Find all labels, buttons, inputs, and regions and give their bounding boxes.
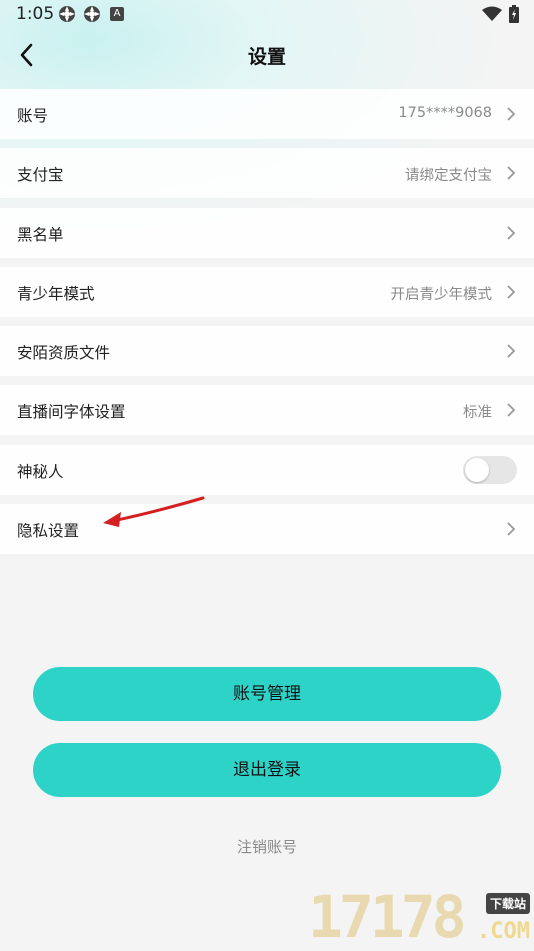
row-label: 神秘人 — [17, 462, 64, 481]
row-value: 开启青少年模式 — [390, 286, 493, 303]
settings-row-mystery-person: 神秘人 — [0, 444, 534, 495]
chevron-right-icon — [507, 166, 516, 180]
nav-bar: 设置 — [0, 30, 534, 80]
mystery-person-toggle[interactable] — [463, 455, 517, 484]
app-notification-icon — [84, 6, 100, 22]
row-label: 隐私设置 — [17, 522, 80, 541]
row-value: 标准 — [463, 405, 492, 422]
chevron-right-icon — [507, 225, 516, 240]
settings-row-privacy[interactable]: 隐私设置 — [0, 504, 534, 555]
app-notification-icon — [59, 6, 75, 22]
row-label: 账号 — [17, 107, 49, 125]
row-value: 175****9068 — [398, 105, 492, 121]
settings-row-live-font[interactable]: 直播间字体设置 标准 — [0, 385, 534, 436]
account-management-button[interactable]: 账号管理 — [33, 667, 501, 721]
status-time: 1:05 — [16, 4, 55, 24]
logout-button[interactable]: 退出登录 — [33, 743, 501, 797]
wifi-icon — [482, 6, 502, 21]
cancel-account-link[interactable]: 注销账号 — [0, 836, 534, 857]
page-title: 设置 — [247, 46, 286, 68]
watermark-logo: 17178 下载站 .COM — [308, 885, 534, 950]
settings-row-blacklist[interactable]: 黑名单 — [0, 207, 534, 258]
chevron-right-icon — [507, 403, 516, 418]
row-label: 支付宝 — [17, 166, 64, 185]
settings-row-alipay[interactable]: 支付宝 请绑定支付宝 — [0, 148, 534, 199]
chevron-right-icon — [507, 285, 516, 299]
toggle-knob — [465, 457, 489, 482]
red-arrow-annotation-icon — [103, 496, 205, 527]
watermark-domain: .COM — [477, 919, 530, 944]
settings-row-account[interactable]: 账号 175****9068 — [0, 89, 534, 139]
keyboard-badge-icon: A — [110, 7, 124, 21]
chevron-right-icon — [507, 344, 516, 358]
row-label: 安陌资质文件 — [17, 344, 111, 363]
row-value: 请绑定支付宝 — [405, 168, 492, 185]
settings-row-qualification-docs[interactable]: 安陌资质文件 — [0, 326, 534, 377]
row-label: 黑名单 — [17, 225, 64, 244]
settings-row-teen-mode[interactable]: 青少年模式 开启青少年模式 — [0, 266, 534, 317]
row-label: 直播间字体设置 — [17, 403, 126, 422]
watermark-tag: 下载站 — [485, 893, 530, 914]
row-label: 青少年模式 — [17, 284, 95, 303]
settings-list: 账号 175****9068 支付宝 请绑定支付宝 黑名单 青少年模式 开启青少… — [0, 89, 534, 563]
chevron-right-icon — [507, 522, 516, 536]
watermark-number: 17178 — [308, 883, 467, 951]
chevron-right-icon — [507, 107, 516, 121]
status-bar: 1:05 A — [0, 0, 534, 30]
battery-icon — [509, 5, 519, 23]
